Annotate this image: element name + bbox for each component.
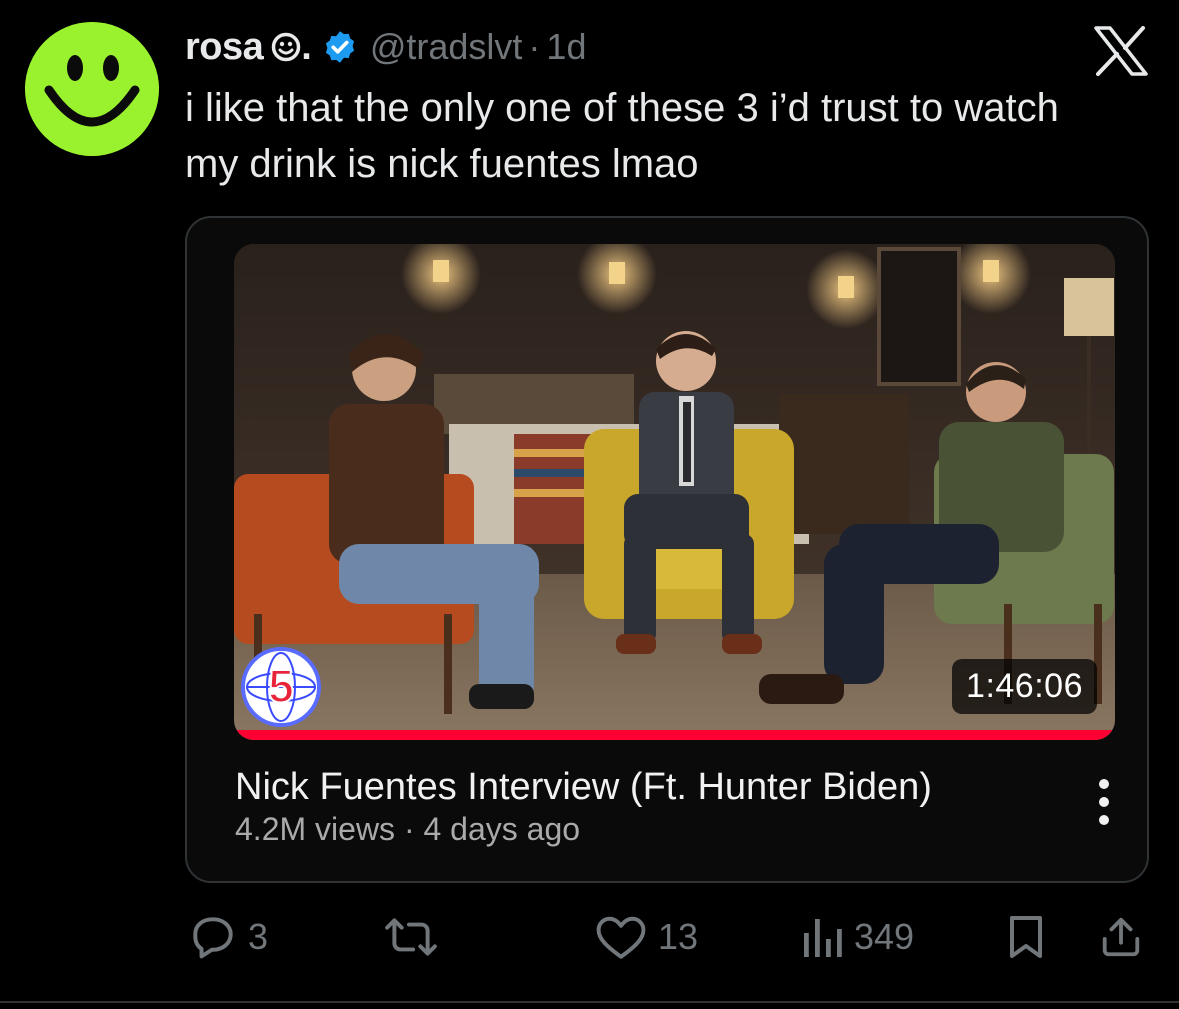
tweet-actions: 3 13 349 <box>0 905 1179 969</box>
views-count: 349 <box>854 916 915 957</box>
reply-icon <box>193 917 233 959</box>
display-name-suffix: . <box>301 25 312 68</box>
video-age: 4 days ago <box>423 811 581 847</box>
like-button[interactable]: 13 <box>594 905 698 969</box>
verified-badge-icon[interactable] <box>322 29 358 65</box>
watch-progress-bar <box>234 730 1115 740</box>
display-name[interactable]: rosa <box>185 26 264 69</box>
reply-button[interactable]: 3 <box>188 905 268 969</box>
video-card[interactable]: 5 1:46:06 Nick Fuentes Interview (Ft. Hu… <box>185 216 1149 883</box>
views-button[interactable]: 349 <box>800 905 914 969</box>
x-logo-icon[interactable] <box>1093 26 1149 76</box>
channel-logo-icon: 5 <box>241 647 321 727</box>
video-meta-separator: · <box>403 811 415 847</box>
bookmark-icon <box>1010 916 1042 958</box>
more-vertical-icon[interactable] <box>1092 774 1116 830</box>
avatar[interactable] <box>25 22 159 156</box>
reply-count: 3 <box>248 916 269 957</box>
views-bar-chart-icon <box>804 919 842 957</box>
smiley-emoji-icon <box>272 32 301 62</box>
video-views: 4.2M views <box>235 811 396 847</box>
video-duration-badge: 1:46:06 <box>952 659 1097 714</box>
share-icon <box>1102 917 1140 957</box>
heart-icon <box>596 916 646 959</box>
repost-icon <box>385 918 437 956</box>
divider <box>0 1001 1179 1003</box>
like-count: 13 <box>658 916 699 957</box>
header-separator: · <box>528 26 541 67</box>
tweet-timestamp[interactable]: 1d <box>546 26 586 68</box>
video-thumbnail[interactable]: 5 1:46:06 <box>234 244 1115 740</box>
bookmark-button[interactable] <box>1004 905 1048 969</box>
smiley-face-icon <box>25 22 159 156</box>
user-handle[interactable]: @tradslvt <box>370 26 523 68</box>
repost-button[interactable] <box>384 905 448 969</box>
tweet-text: i like that the only one of these 3 i’d … <box>185 86 1059 186</box>
share-button[interactable] <box>1098 905 1144 969</box>
video-meta: 4.2M views · 4 days ago <box>235 811 580 848</box>
tweet-header: rosa . @tradslvt · 1d <box>185 22 586 72</box>
video-title[interactable]: Nick Fuentes Interview (Ft. Hunter Biden… <box>235 766 932 809</box>
channel-logo-text: 5 <box>268 660 294 712</box>
